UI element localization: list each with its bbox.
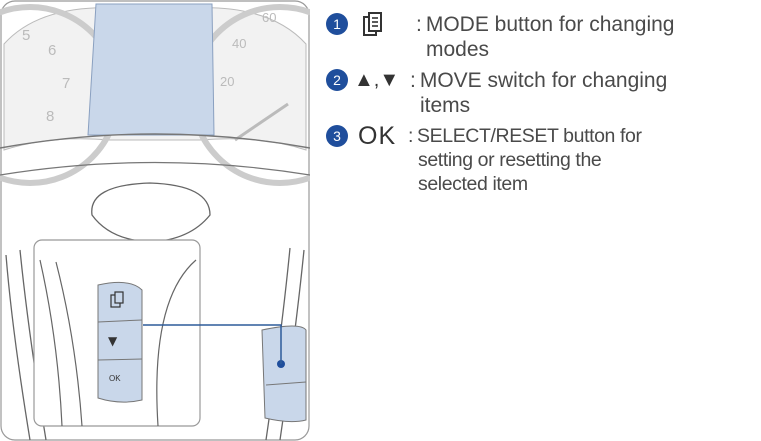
tacho-number-7: 7 [62, 75, 70, 92]
lcd-display [87, 3, 215, 136]
legend-text-line2: items [420, 94, 471, 117]
legend-item-mode: 1 : MODE button for changing modes [326, 10, 756, 62]
mode-icon [362, 10, 416, 38]
switch-ok-label: OK [109, 374, 121, 383]
legend-text-line2: setting or resetting the [418, 149, 602, 171]
legend-item-move: 2 ▲,▼ : MOVE switch for changing items [326, 66, 756, 118]
callout-number-3: 3 [326, 125, 348, 147]
speedo-number-60: 60 [262, 10, 276, 25]
legend-item-ok: 3 OK : SELECT/RESET button for setting or… [326, 122, 756, 196]
switch-down-arrow: ▼ [108, 334, 118, 348]
inset-zoom-box: ▼ OK [33, 239, 201, 427]
legend-text-line2: modes [426, 38, 490, 61]
legend-colon: : [408, 125, 414, 147]
tacho-number-5: 5 [22, 27, 30, 44]
legend-text-line1: SELECT/RESET button for [417, 125, 642, 147]
legend-description-ok: : SELECT/RESET button for setting or rese… [408, 122, 642, 196]
legend-colon: : [410, 69, 416, 92]
legend-text-line3: selected item [418, 173, 528, 195]
legend-text-line1: MODE button for changing [425, 13, 675, 36]
speedo-number-40: 40 [232, 36, 246, 51]
legend: 1 : MODE button for changing modes 2 ▲,▼ … [326, 10, 756, 200]
legend-colon: : [416, 13, 422, 36]
tacho-number-6: 6 [48, 42, 56, 59]
legend-description-mode: : MODE button for changing modes [416, 10, 674, 62]
legend-text-line1: MOVE switch for changing [419, 69, 668, 92]
steering-wheel-illustration: 5 6 7 8 60 40 20 ▼ OK [0, 0, 310, 441]
right-switch-panel [261, 325, 307, 423]
callout-number-2: 2 [326, 69, 348, 91]
callout-number-1: 1 [326, 13, 348, 35]
legend-description-move: : MOVE switch for changing items [410, 66, 667, 118]
speedo-number-20: 20 [220, 74, 234, 89]
tacho-number-8: 8 [46, 108, 54, 125]
